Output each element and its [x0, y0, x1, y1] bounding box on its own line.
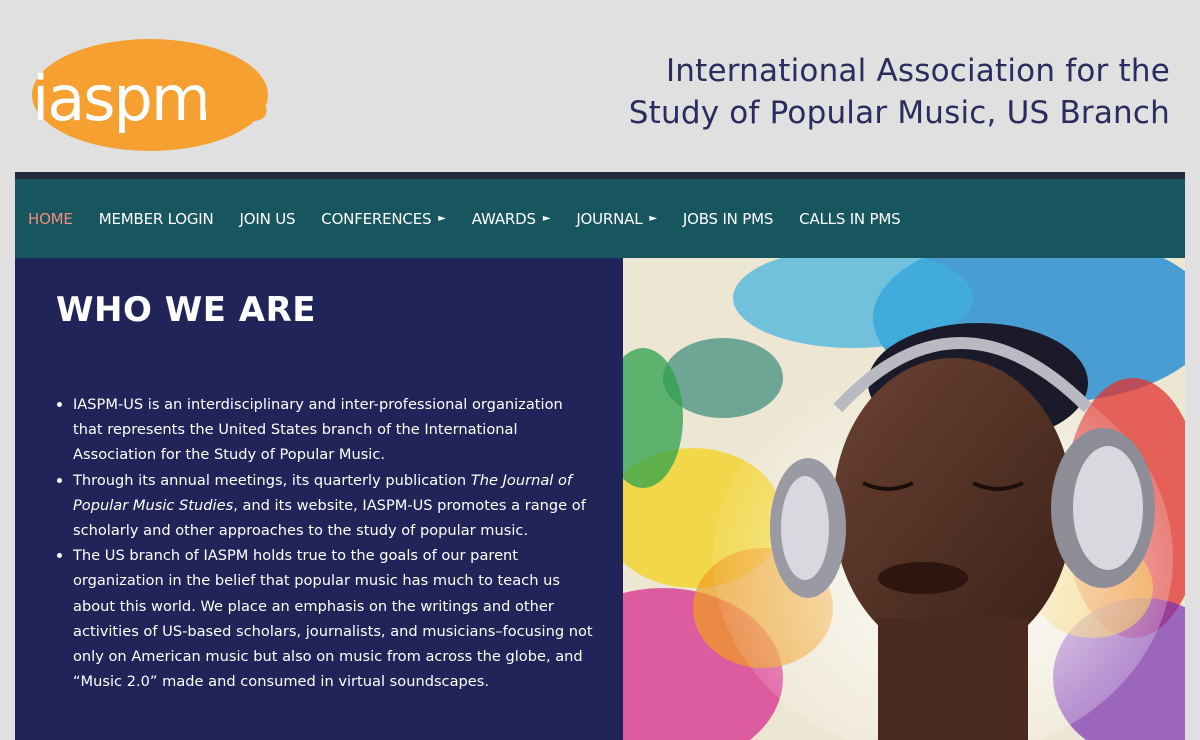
about-list: IASPM-US is an interdisciplinary and int…: [57, 392, 593, 694]
nav-item-label: JOBS IN PMS: [682, 209, 774, 228]
nav-item-label: HOME: [28, 209, 73, 228]
nav-item-home[interactable]: HOME: [28, 210, 73, 228]
main-navigation: HOME MEMBER LOGIN JOIN US CONFERENCES ► …: [15, 172, 1185, 258]
hero-image: [623, 258, 1185, 740]
nav-item-label: AWARDS: [471, 209, 536, 228]
section-heading: WHO WE ARE: [56, 290, 316, 330]
bullet-text: IASPM-US is an interdisciplinary and int…: [73, 396, 563, 464]
nav-item-label: CALLS IN PMS: [799, 209, 901, 228]
list-item: IASPM-US is an interdisciplinary and int…: [57, 392, 593, 468]
submenu-arrow-icon: ►: [542, 213, 551, 224]
nav-item-calls-in-pms[interactable]: CALLS IN PMS: [799, 210, 900, 228]
nav-item-label: MEMBER LOGIN: [98, 209, 214, 228]
site-title: International Association for the Study …: [629, 50, 1170, 134]
nav-item-journal[interactable]: JOURNAL ►: [576, 210, 657, 228]
iaspmus-logo[interactable]: iaspm us: [30, 38, 274, 154]
nav-bar: HOME MEMBER LOGIN JOIN US CONFERENCES ► …: [15, 179, 1185, 258]
nav-item-join-us[interactable]: JOIN US: [240, 210, 296, 228]
site-title-line-2: Study of Popular Music, US Branch: [628, 95, 1170, 131]
submenu-arrow-icon: ►: [438, 213, 446, 224]
nav-item-label: JOURNAL: [576, 209, 643, 228]
person-with-headphones-illustration: [623, 258, 1185, 740]
nav-top-border: [15, 172, 1185, 179]
list-item: Through its annual meetings, its quarter…: [57, 468, 593, 544]
svg-text:us: us: [200, 62, 268, 135]
nav-item-label: CONFERENCES: [321, 209, 432, 228]
bullet-text: Through its annual meetings, its quarter…: [73, 471, 471, 489]
site-header: iaspm us International Association for t…: [0, 0, 1200, 172]
nav-item-awards[interactable]: AWARDS ►: [472, 210, 551, 228]
nav-item-member-login[interactable]: MEMBER LOGIN: [99, 210, 214, 228]
list-item: The US branch of IASPM holds true to the…: [57, 543, 593, 694]
nav-item-jobs-in-pms[interactable]: JOBS IN PMS: [683, 210, 773, 228]
submenu-arrow-icon: ►: [649, 213, 657, 224]
bullet-text: The US branch of IASPM holds true to the…: [73, 547, 593, 691]
who-we-are-section: WHO WE ARE IASPM-US is an interdisciplin…: [15, 258, 623, 740]
nav-item-conferences[interactable]: CONFERENCES ►: [321, 210, 446, 228]
site-title-line-1: International Association for the: [665, 53, 1170, 89]
svg-text:iaspm: iaspm: [32, 62, 209, 135]
nav-item-label: JOIN US: [239, 209, 296, 228]
